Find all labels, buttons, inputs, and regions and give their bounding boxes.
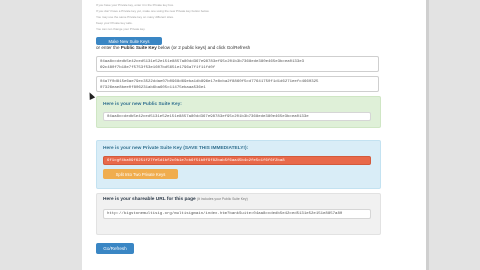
instruction-prefix: or enter the <box>96 45 121 50</box>
public-key-panel: Here is your new Public Suite Key: 04aa8… <box>96 96 381 128</box>
instruction-suffix: below (or 2 public keys) and click Go/Re… <box>156 45 251 50</box>
instruction-bold: Public Suite Key <box>120 45 157 50</box>
make-suite-keys-button[interactable]: Make New Suite Keys <box>96 37 162 45</box>
public-key-input-1[interactable]: 04aa8ccdedb5e42ced5131e52e151e8857a80dd3… <box>96 56 379 72</box>
header-line: You can not change your Private key. <box>96 27 146 31</box>
private-key-panel-title: Here is your new Private Suite Key (SAVE… <box>103 146 249 151</box>
public-suite-key-field[interactable]: 04aa8ccdedb5e42ced5131e52e151e8857a80dd3… <box>103 112 371 121</box>
scrollbar[interactable] <box>426 0 429 270</box>
go-refresh-button[interactable]: Go/Refresh <box>96 243 134 254</box>
instruction-text: or enter the Public Suite Key below (or … <box>96 45 250 50</box>
header-line: If you don't have a Private key yet, mak… <box>96 9 210 13</box>
header-line: Keep your Private key safe. <box>96 21 133 25</box>
public-key-input-2[interactable]: 04a7f0d815e6ae79ec3522ddae07b0968d69eba1… <box>96 76 379 92</box>
public-key-input-1-line2: 69c480f7b18e7f5753f53e1607bd5651e1796a7f… <box>100 66 216 70</box>
shareable-url-field[interactable]: http://bigstonemultisig.org/multisigmain… <box>103 209 371 219</box>
public-key-panel-title: Here is your new Public Suite Key: <box>103 102 182 107</box>
private-key-panel: Here is your new Private Suite Key (SAVE… <box>96 140 381 189</box>
public-key-input-2-line2: 07326eae8bee0f806231ab6ba605c11475ebaaa5… <box>100 86 206 90</box>
header-line: You may use the same Private key on many… <box>96 15 174 19</box>
private-suite-key-field[interactable]: 6f1cgf4ba09f6251f27fe5d1bf2c0b1e7cb6f51b… <box>103 156 371 165</box>
shareable-url-panel: Here is your shareable URL for this page… <box>96 193 381 235</box>
header-line: If you have your Private key, enter it i… <box>96 3 174 7</box>
shareable-url-note: (It includes your Public Suite Key) <box>197 197 248 201</box>
split-private-key-button[interactable]: Split Into Two Private Keys <box>103 169 178 179</box>
shareable-url-title-text: Here is your shareable URL for this page <box>103 197 196 202</box>
shareable-url-panel-title: Here is your shareable URL for this page… <box>103 197 248 202</box>
